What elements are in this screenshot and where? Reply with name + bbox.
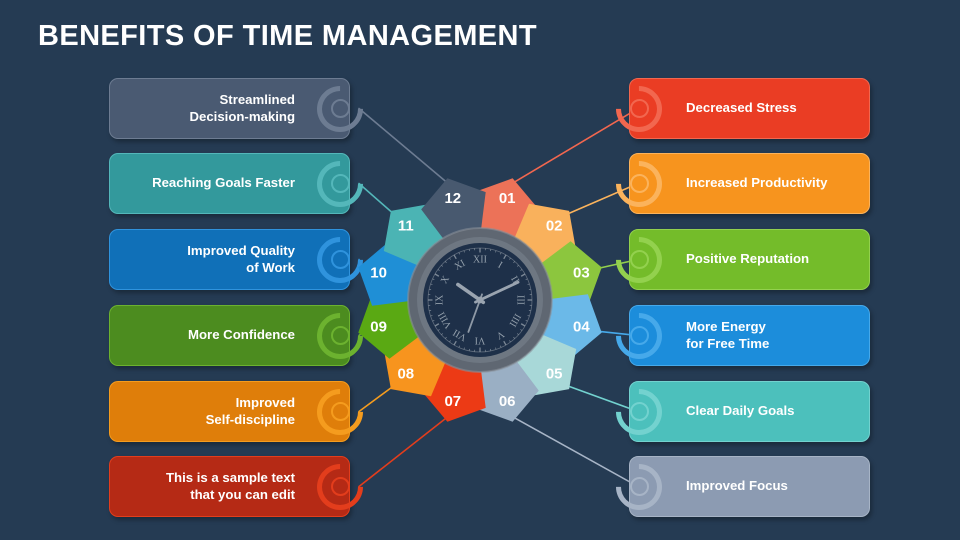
clock-cluster: 01 02 03 04 05 06 07 08 09 10 11 12 XII I II III IIII V V… bbox=[345, 165, 615, 435]
card-connector-notch bbox=[606, 453, 672, 520]
card-connector-notch bbox=[307, 75, 373, 142]
clock-roman-numeral: III bbox=[515, 295, 526, 305]
card-connector-notch bbox=[307, 453, 373, 520]
benefit-card-04[interactable]: More Energy for Free Time bbox=[606, 302, 870, 369]
benefit-card-label: More Confidence bbox=[188, 327, 295, 343]
notch-dot-icon bbox=[629, 250, 649, 269]
benefit-card-label: Improved Quality of Work bbox=[187, 243, 295, 275]
benefit-card-08[interactable]: Improved Self-discipline bbox=[109, 378, 373, 445]
page-title: BENEFITS OF TIME MANAGEMENT bbox=[38, 20, 537, 52]
benefit-card-label: Clear Daily Goals bbox=[686, 403, 795, 419]
notch-dot-icon bbox=[330, 99, 350, 118]
benefit-card-label: Streamlined Decision-making bbox=[189, 92, 295, 124]
benefit-card-11[interactable]: Reaching Goals Faster bbox=[109, 150, 373, 217]
analog-clock: XII IIIIIIIIIIVVIVIIVIIIIXXXI bbox=[407, 227, 553, 373]
clock-center-cap bbox=[476, 296, 484, 304]
notch-dot-icon bbox=[629, 326, 649, 345]
clock-roman-numeral: VI bbox=[475, 335, 486, 346]
benefit-card-label: Decreased Stress bbox=[686, 100, 797, 116]
benefit-card-label: More Energy for Free Time bbox=[686, 319, 770, 351]
benefit-card-01[interactable]: Decreased Stress bbox=[606, 75, 870, 142]
benefit-card-10[interactable]: Improved Quality of Work bbox=[109, 226, 373, 293]
notch-dot-icon bbox=[629, 477, 649, 496]
benefit-card-label: Positive Reputation bbox=[686, 251, 810, 267]
notch-dot-icon bbox=[629, 99, 649, 118]
benefit-card-05[interactable]: Clear Daily Goals bbox=[606, 378, 870, 445]
benefit-card-02[interactable]: Increased Productivity bbox=[606, 150, 870, 217]
benefit-card-label: Reaching Goals Faster bbox=[152, 175, 295, 191]
benefit-card-07[interactable]: This is a sample text that you can edit bbox=[109, 453, 373, 520]
clock-roman-numeral: XII bbox=[473, 255, 487, 266]
card-connector-notch bbox=[606, 378, 672, 445]
card-connector-notch bbox=[606, 302, 672, 369]
clock-roman-numeral: IX bbox=[435, 294, 446, 305]
benefit-card-06[interactable]: Improved Focus bbox=[606, 453, 870, 520]
benefit-card-03[interactable]: Positive Reputation bbox=[606, 226, 870, 293]
card-connector-notch bbox=[606, 226, 672, 293]
benefit-card-label: Improved Focus bbox=[686, 478, 788, 494]
benefit-card-label: Increased Productivity bbox=[686, 175, 828, 191]
benefit-card-12[interactable]: Streamlined Decision-making bbox=[109, 75, 373, 142]
benefit-card-09[interactable]: More Confidence bbox=[109, 302, 373, 369]
notch-dot-icon bbox=[330, 477, 350, 496]
card-connector-notch bbox=[606, 150, 672, 217]
benefit-card-label: This is a sample text that you can edit bbox=[166, 470, 295, 502]
notch-dot-icon bbox=[629, 174, 649, 193]
card-connector-notch bbox=[606, 75, 672, 142]
infographic-canvas: BENEFITS OF TIME MANAGEMENT Streamlined … bbox=[0, 0, 960, 540]
notch-dot-icon bbox=[629, 402, 649, 421]
benefit-card-label: Improved Self-discipline bbox=[205, 395, 295, 427]
